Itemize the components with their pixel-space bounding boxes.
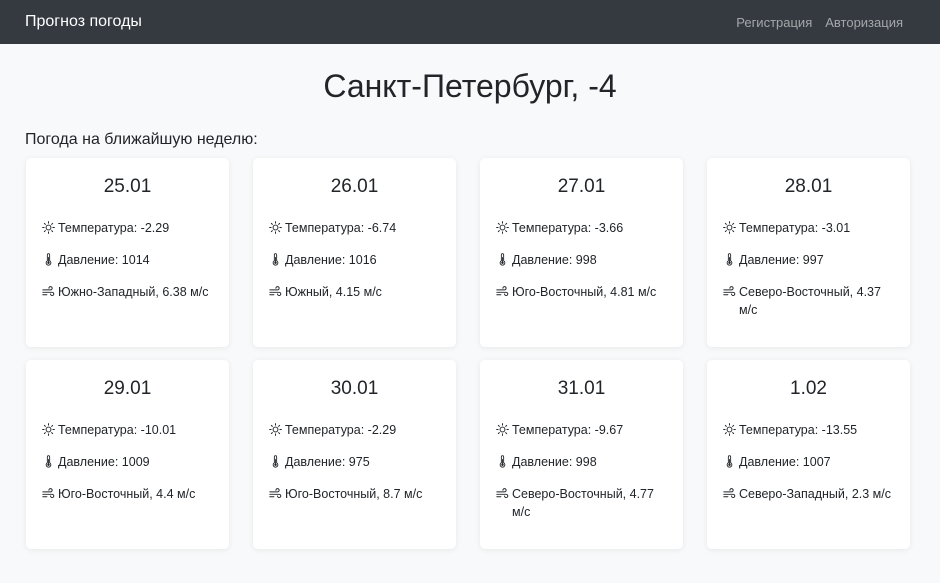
pressure-row: Давление: 998 <box>496 453 667 471</box>
temperature-text: Температура: -3.66 <box>512 221 624 235</box>
thermometer-icon <box>723 455 736 468</box>
register-link[interactable]: Регистрация <box>736 15 812 30</box>
pressure-text: Давление: 1014 <box>58 253 150 267</box>
temperature-row: Температура: -3.66 <box>496 219 667 237</box>
pressure-row: Давление: 975 <box>269 453 440 471</box>
thermometer-icon <box>42 253 55 266</box>
pressure-text: Давление: 1009 <box>58 455 150 469</box>
wind-row: Южный, 4.15 м/с <box>269 283 440 301</box>
temperature-text: Температура: -6.74 <box>285 221 397 235</box>
pressure-row: Давление: 998 <box>496 251 667 269</box>
temperature-text: Температура: -13.55 <box>739 423 858 437</box>
forecast-card: 26.01 Температура: -6.74 Давление: 1016 … <box>253 158 456 347</box>
card-date: 26.01 <box>330 176 379 197</box>
wind-icon <box>496 487 509 500</box>
wind-icon <box>723 285 736 298</box>
card-date: 28.01 <box>784 176 833 197</box>
wind-text: Юго-Восточный, 4.4 м/с <box>58 487 196 501</box>
wind-text: Южный, 4.15 м/с <box>285 285 382 299</box>
brand-link[interactable]: Прогноз погоды <box>25 13 142 31</box>
pressure-row: Давление: 1009 <box>42 453 213 471</box>
pressure-text: Давление: 975 <box>285 455 370 469</box>
forecast-card: 29.01 Температура: -10.01 Давление: 1009… <box>26 360 229 549</box>
temperature-row: Температура: -2.29 <box>42 219 213 237</box>
thermometer-icon <box>269 253 282 266</box>
thermometer-icon <box>269 455 282 468</box>
temperature-text: Температура: -2.29 <box>58 221 170 235</box>
temperature-row: Температура: -10.01 <box>42 421 213 439</box>
sun-icon <box>496 221 509 234</box>
forecast-card: 31.01 Температура: -9.67 Давление: 998 С… <box>480 360 683 549</box>
nav-links: Регистрация Авторизация <box>736 15 903 30</box>
wind-icon <box>269 285 282 298</box>
temperature-row: Температура: -9.67 <box>496 421 667 439</box>
wind-icon <box>269 487 282 500</box>
card-date: 29.01 <box>103 378 152 399</box>
wind-row: Юго-Восточный, 4.81 м/с <box>496 283 667 301</box>
temperature-text: Температура: -2.29 <box>285 423 397 437</box>
forecast-card: 27.01 Температура: -3.66 Давление: 998 Ю… <box>480 158 683 347</box>
pressure-row: Давление: 1007 <box>723 453 894 471</box>
wind-row: Северо-Восточный, 4.77 м/с <box>496 485 667 521</box>
wind-text: Юго-Восточный, 4.81 м/с <box>512 285 657 299</box>
card-date: 30.01 <box>330 378 379 399</box>
wind-icon <box>723 487 736 500</box>
forecast-card: 28.01 Температура: -3.01 Давление: 997 С… <box>707 158 910 347</box>
temperature-text: Температура: -3.01 <box>739 221 851 235</box>
wind-text: Северо-Западный, 2.3 м/с <box>739 487 891 501</box>
login-link[interactable]: Авторизация <box>825 15 903 30</box>
temperature-row: Температура: -6.74 <box>269 219 440 237</box>
temperature-row: Температура: -2.29 <box>269 421 440 439</box>
wind-text: Северо-Восточный, 4.77 м/с <box>512 487 654 519</box>
temperature-text: Температура: -9.67 <box>512 423 624 437</box>
pressure-text: Давление: 997 <box>739 253 824 267</box>
thermometer-icon <box>496 253 509 266</box>
wind-text: Северо-Восточный, 4.37 м/с <box>739 285 881 317</box>
wind-text: Южно-Западный, 6.38 м/с <box>58 285 209 299</box>
wind-row: Южно-Западный, 6.38 м/с <box>42 283 213 301</box>
card-date: 1.02 <box>790 378 827 399</box>
sun-icon <box>723 423 736 436</box>
sun-icon <box>269 423 282 436</box>
sun-icon <box>269 221 282 234</box>
card-date: 31.01 <box>557 378 606 399</box>
sun-icon <box>723 221 736 234</box>
page-title: Санкт-Петербург, -4 <box>323 68 617 104</box>
forecast-card: 30.01 Температура: -2.29 Давление: 975 Ю… <box>253 360 456 549</box>
thermometer-icon <box>42 455 55 468</box>
card-date: 27.01 <box>557 176 606 197</box>
sun-icon <box>496 423 509 436</box>
temperature-text: Температура: -10.01 <box>58 423 177 437</box>
pressure-text: Давление: 1016 <box>285 253 377 267</box>
pressure-text: Давление: 998 <box>512 253 597 267</box>
sun-icon <box>42 221 55 234</box>
thermometer-icon <box>723 253 736 266</box>
wind-text: Юго-Восточный, 8.7 м/с <box>285 487 423 501</box>
wind-icon <box>42 285 55 298</box>
pressure-row: Давление: 997 <box>723 251 894 269</box>
card-date: 25.01 <box>103 176 152 197</box>
pressure-text: Давление: 998 <box>512 455 597 469</box>
pressure-row: Давление: 1014 <box>42 251 213 269</box>
navbar: Прогноз погоды Регистрация Авторизация <box>0 0 940 44</box>
forecast-card: 25.01 Температура: -2.29 Давление: 1014 … <box>26 158 229 347</box>
forecast-card: 1.02 Температура: -13.55 Давление: 1007 … <box>707 360 910 549</box>
pressure-text: Давление: 1007 <box>739 455 831 469</box>
temperature-row: Температура: -3.01 <box>723 219 894 237</box>
pressure-row: Давление: 1016 <box>269 251 440 269</box>
thermometer-icon <box>496 455 509 468</box>
wind-row: Юго-Восточный, 8.7 м/с <box>269 485 440 503</box>
wind-row: Северо-Западный, 2.3 м/с <box>723 485 894 503</box>
wind-icon <box>496 285 509 298</box>
wind-icon <box>42 487 55 500</box>
wind-row: Юго-Восточный, 4.4 м/с <box>42 485 213 503</box>
wind-row: Северо-Восточный, 4.37 м/с <box>723 283 894 319</box>
temperature-row: Температура: -13.55 <box>723 421 894 439</box>
forecast-subtitle: Погода на ближайшую неделю: <box>25 131 258 148</box>
forecast-grid: 25.01 Температура: -2.29 Давление: 1014 … <box>0 153 940 549</box>
sun-icon <box>42 423 55 436</box>
